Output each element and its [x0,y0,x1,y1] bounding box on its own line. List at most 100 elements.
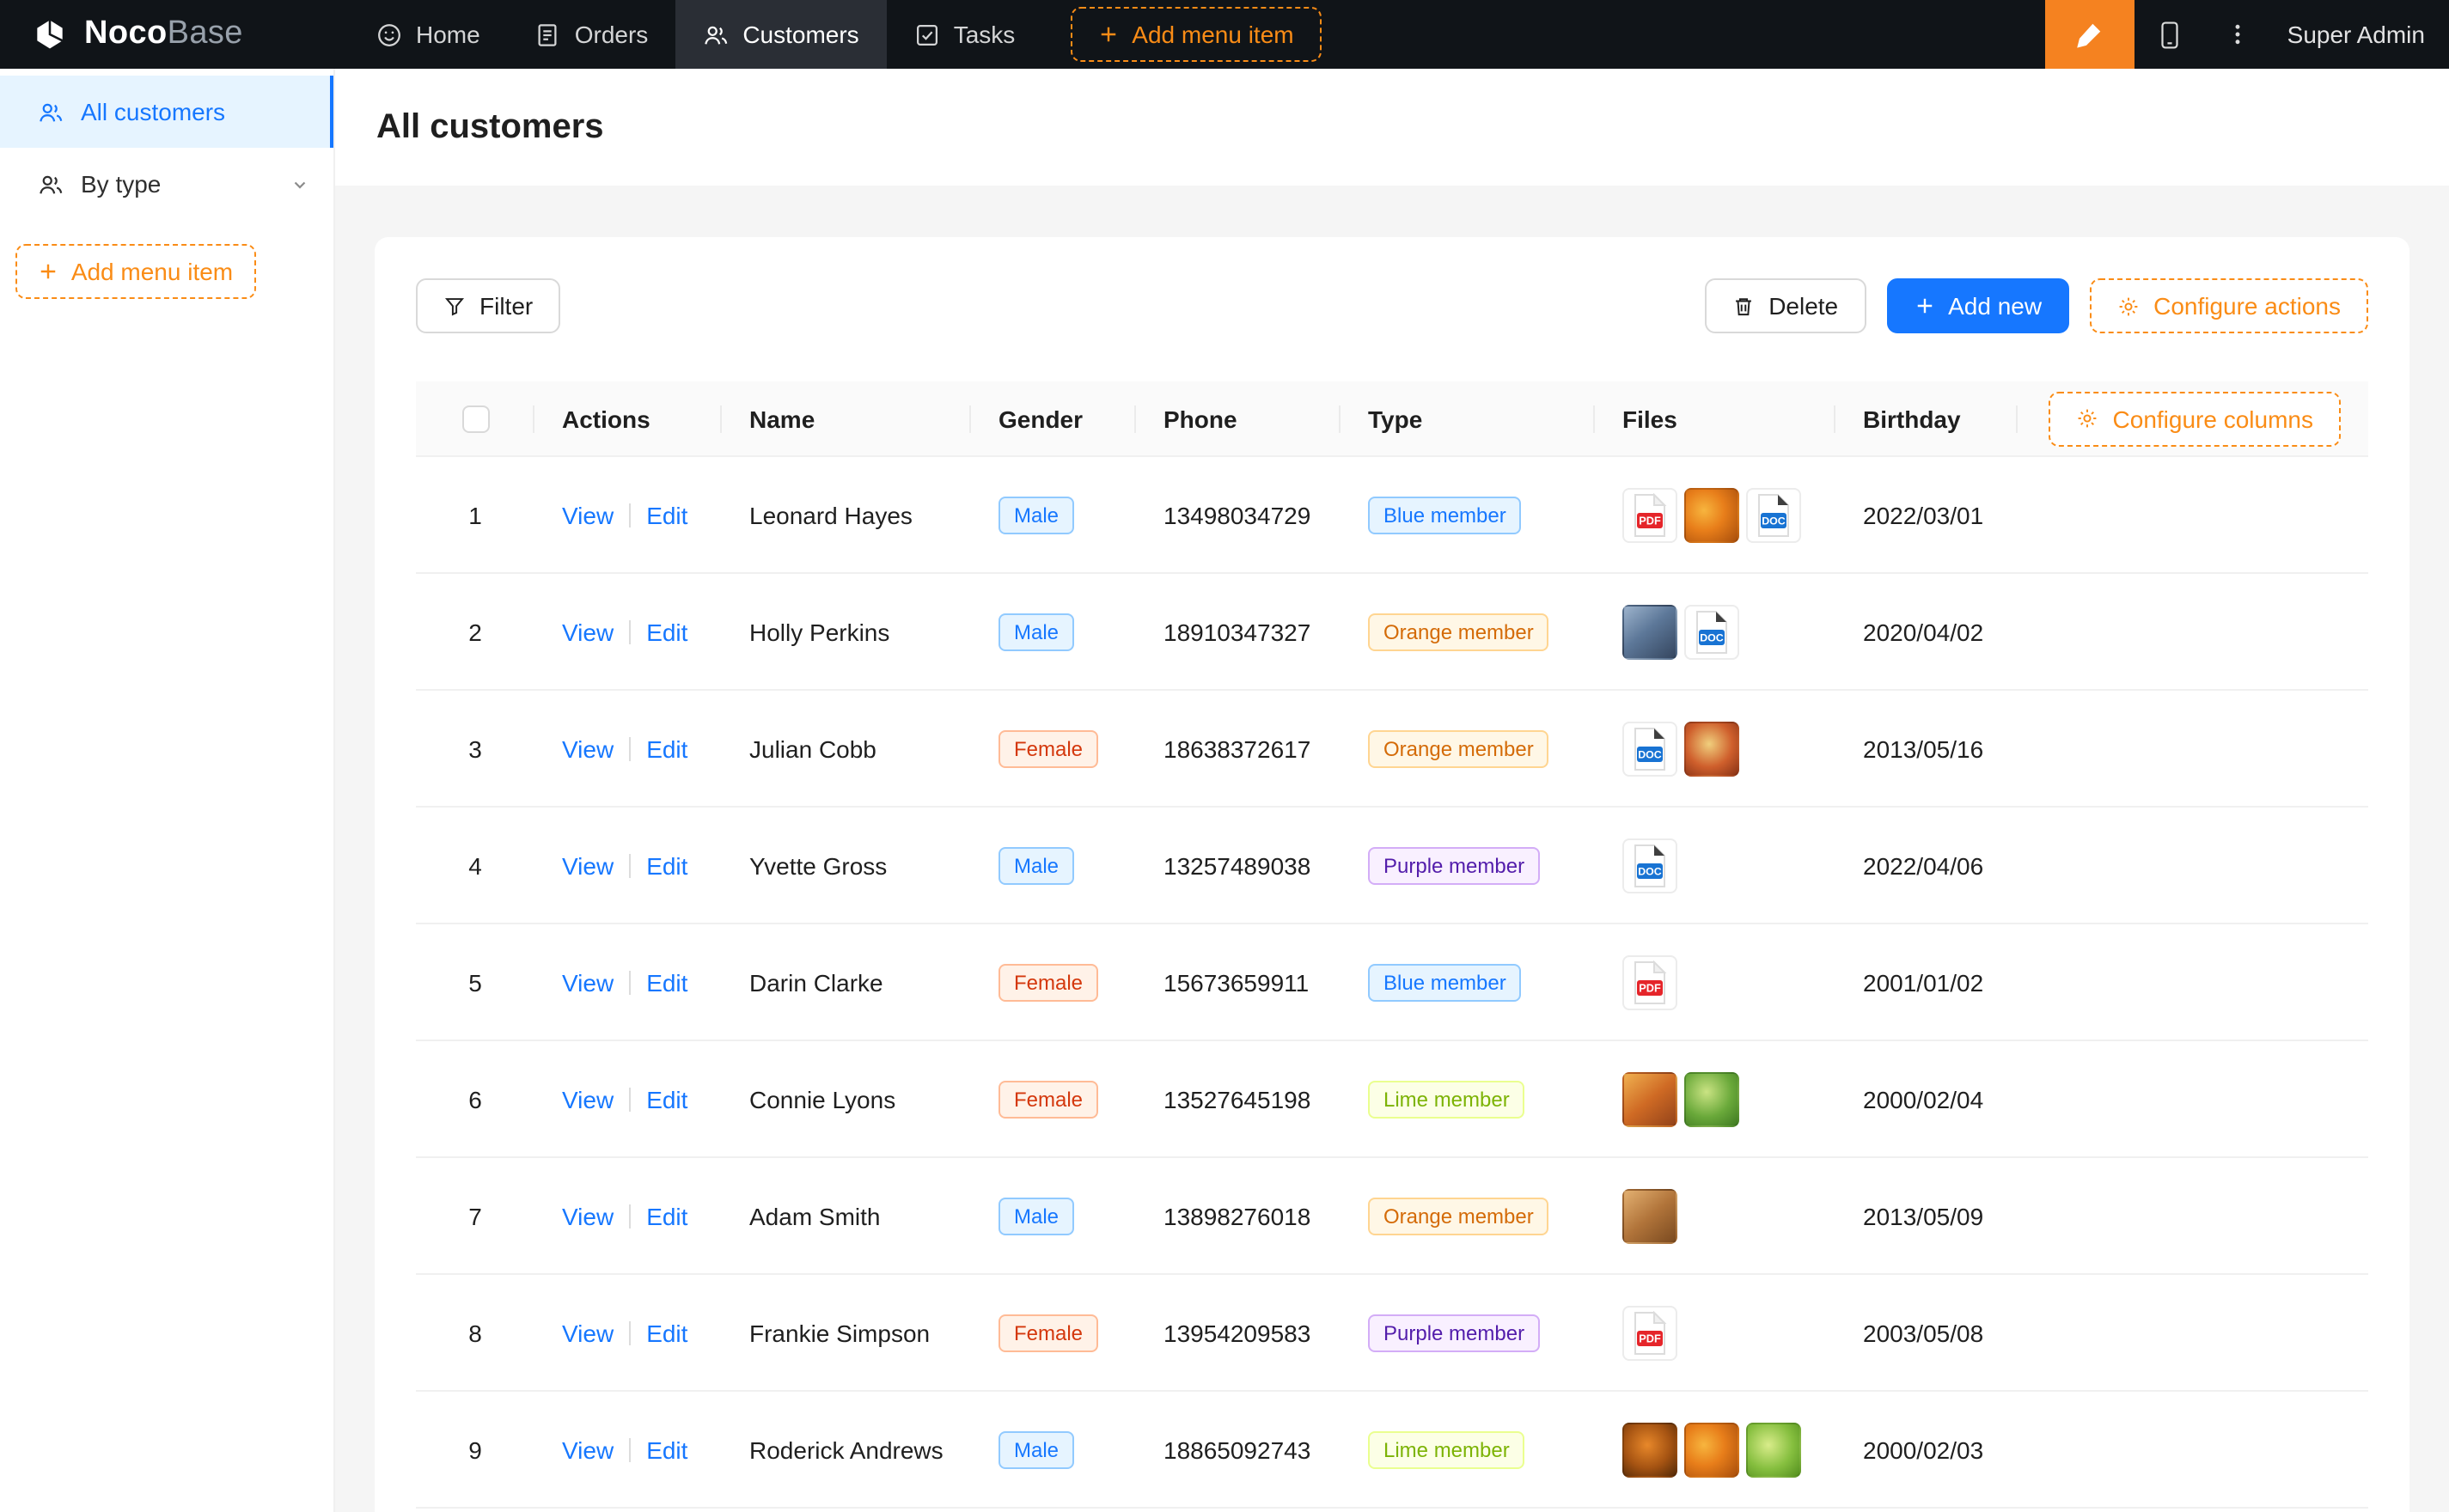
row-index[interactable]: 1 [416,501,534,528]
type-cell: Purple member [1341,1314,1595,1351]
ui-editor-button[interactable] [2045,0,2134,69]
sidebar-item-label: By type [81,170,161,198]
row-index[interactable]: 3 [416,735,534,762]
gender-cell: Male [971,846,1136,884]
image-thumbnail[interactable] [1684,721,1739,776]
phone-cell: 13257489038 [1136,851,1341,879]
view-link[interactable]: View [562,735,614,762]
nocobase-logo[interactable]: NocoBase [0,15,335,53]
column-header-phone: Phone [1136,405,1341,432]
image-thumbnail[interactable] [1622,604,1677,659]
filter-button[interactable]: Filter [416,278,560,333]
sidebar-item-by-type[interactable]: By type [0,148,333,220]
view-link[interactable]: View [562,618,614,645]
view-link[interactable]: View [562,1436,614,1463]
nocobase-logo-icon [31,15,69,53]
view-link[interactable]: View [562,968,614,996]
edit-link[interactable]: Edit [646,1202,687,1229]
more-actions-button[interactable] [2205,0,2270,69]
actions-cell: View Edit [534,735,722,762]
nav-item-home[interactable]: Home [349,0,508,69]
sidebar-add-menu-item-button[interactable]: Add menu item [15,244,256,299]
edit-link[interactable]: Edit [646,735,687,762]
files-cell [1595,1188,1835,1243]
nav-item-orders[interactable]: Orders [508,0,676,69]
table-row: 2 ViewEdit Holly Perkins Male 1891034732… [416,574,2368,691]
pdf-file-thumbnail[interactable]: PDF [1622,1305,1677,1360]
filter-button-label: Filter [479,292,533,320]
add-new-button-label: Add new [1948,292,2042,320]
image-thumbnail[interactable] [1684,1071,1739,1126]
select-all-checkbox[interactable] [461,405,489,432]
pdf-file-thumbnail[interactable]: PDF [1622,954,1677,1009]
pen-icon [2075,20,2104,49]
view-link[interactable]: View [562,1319,614,1346]
row-index[interactable]: 7 [416,1202,534,1229]
page-header: All customers [335,69,2449,186]
files-cell: DOC [1595,838,1835,893]
edit-link[interactable]: Edit [646,1319,687,1346]
configure-actions-button[interactable]: Configure actions [2090,278,2368,333]
row-index[interactable]: 9 [416,1436,534,1463]
view-link[interactable]: View [562,1202,614,1229]
row-index[interactable]: 4 [416,851,534,879]
name-cell: Holly Perkins [722,618,971,645]
image-thumbnail[interactable] [1622,1422,1677,1477]
row-index[interactable]: 5 [416,968,534,996]
doc-file-thumbnail[interactable]: DOC [1746,487,1801,542]
image-thumbnail[interactable] [1746,1422,1801,1477]
nav-item-label: Home [416,21,480,48]
doc-file-thumbnail[interactable]: DOC [1622,721,1677,776]
gender-cell: Male [971,1197,1136,1235]
table-toolbar: Filter Delete Add new [416,278,2368,333]
view-link[interactable]: View [562,851,614,879]
name-cell: Roderick Andrews [722,1436,971,1463]
name-cell: Leonard Hayes [722,501,971,528]
edit-link[interactable]: Edit [646,851,687,879]
type-cell: Orange member [1341,1197,1595,1235]
files-cell: PDF DOC [1595,487,1835,542]
edit-link[interactable]: Edit [646,968,687,996]
current-user-label[interactable]: Super Admin [2287,21,2425,48]
doc-icon: DOC [1753,492,1794,537]
gender-cell: Female [971,963,1136,1001]
edit-link[interactable]: Edit [646,1085,687,1113]
edit-link[interactable]: Edit [646,1436,687,1463]
nav-item-customers[interactable]: Customers [675,0,886,69]
sidebar-add-menu-item-label: Add menu item [71,258,233,285]
nav-add-menu-item-button[interactable]: Add menu item [1070,7,1321,62]
doc-file-thumbnail[interactable]: DOC [1622,838,1677,893]
configure-columns-label: Configure columns [2113,405,2313,432]
chevron-down-icon [290,174,309,193]
table-row: 6 ViewEdit Connie Lyons Female 135276451… [416,1041,2368,1158]
image-thumbnail[interactable] [1622,1071,1677,1126]
pdf-file-thumbnail[interactable]: PDF [1622,487,1677,542]
phone-cell: 13954209583 [1136,1319,1341,1346]
delete-button[interactable]: Delete [1705,278,1866,333]
phone-cell: 13898276018 [1136,1202,1341,1229]
doc-file-thumbnail[interactable]: DOC [1684,604,1739,659]
image-thumbnail[interactable] [1622,1188,1677,1243]
view-link[interactable]: View [562,1085,614,1113]
gear-icon [2117,295,2140,317]
mobile-preview-button[interactable] [2134,0,2205,69]
sidebar-item-all-customers[interactable]: All customers [0,76,333,148]
type-cell: Lime member [1341,1080,1595,1118]
image-thumbnail[interactable] [1684,1422,1739,1477]
action-divider [629,503,631,527]
select-all-cell [416,405,534,432]
edit-link[interactable]: Edit [646,501,687,528]
image-thumbnail[interactable] [1684,487,1739,542]
row-index[interactable]: 8 [416,1319,534,1346]
nav-item-tasks[interactable]: Tasks [887,0,1043,69]
files-cell [1595,1422,1835,1477]
view-link[interactable]: View [562,501,614,528]
birthday-cell: 2013/05/16 [1835,735,2018,762]
row-index[interactable]: 6 [416,1085,534,1113]
add-new-button[interactable]: Add new [1886,278,2069,333]
configure-columns-button[interactable]: Configure columns [2049,391,2341,446]
edit-link[interactable]: Edit [646,618,687,645]
svg-text:DOC: DOC [1638,865,1662,877]
row-index[interactable]: 2 [416,618,534,645]
gender-cell: Male [971,496,1136,533]
